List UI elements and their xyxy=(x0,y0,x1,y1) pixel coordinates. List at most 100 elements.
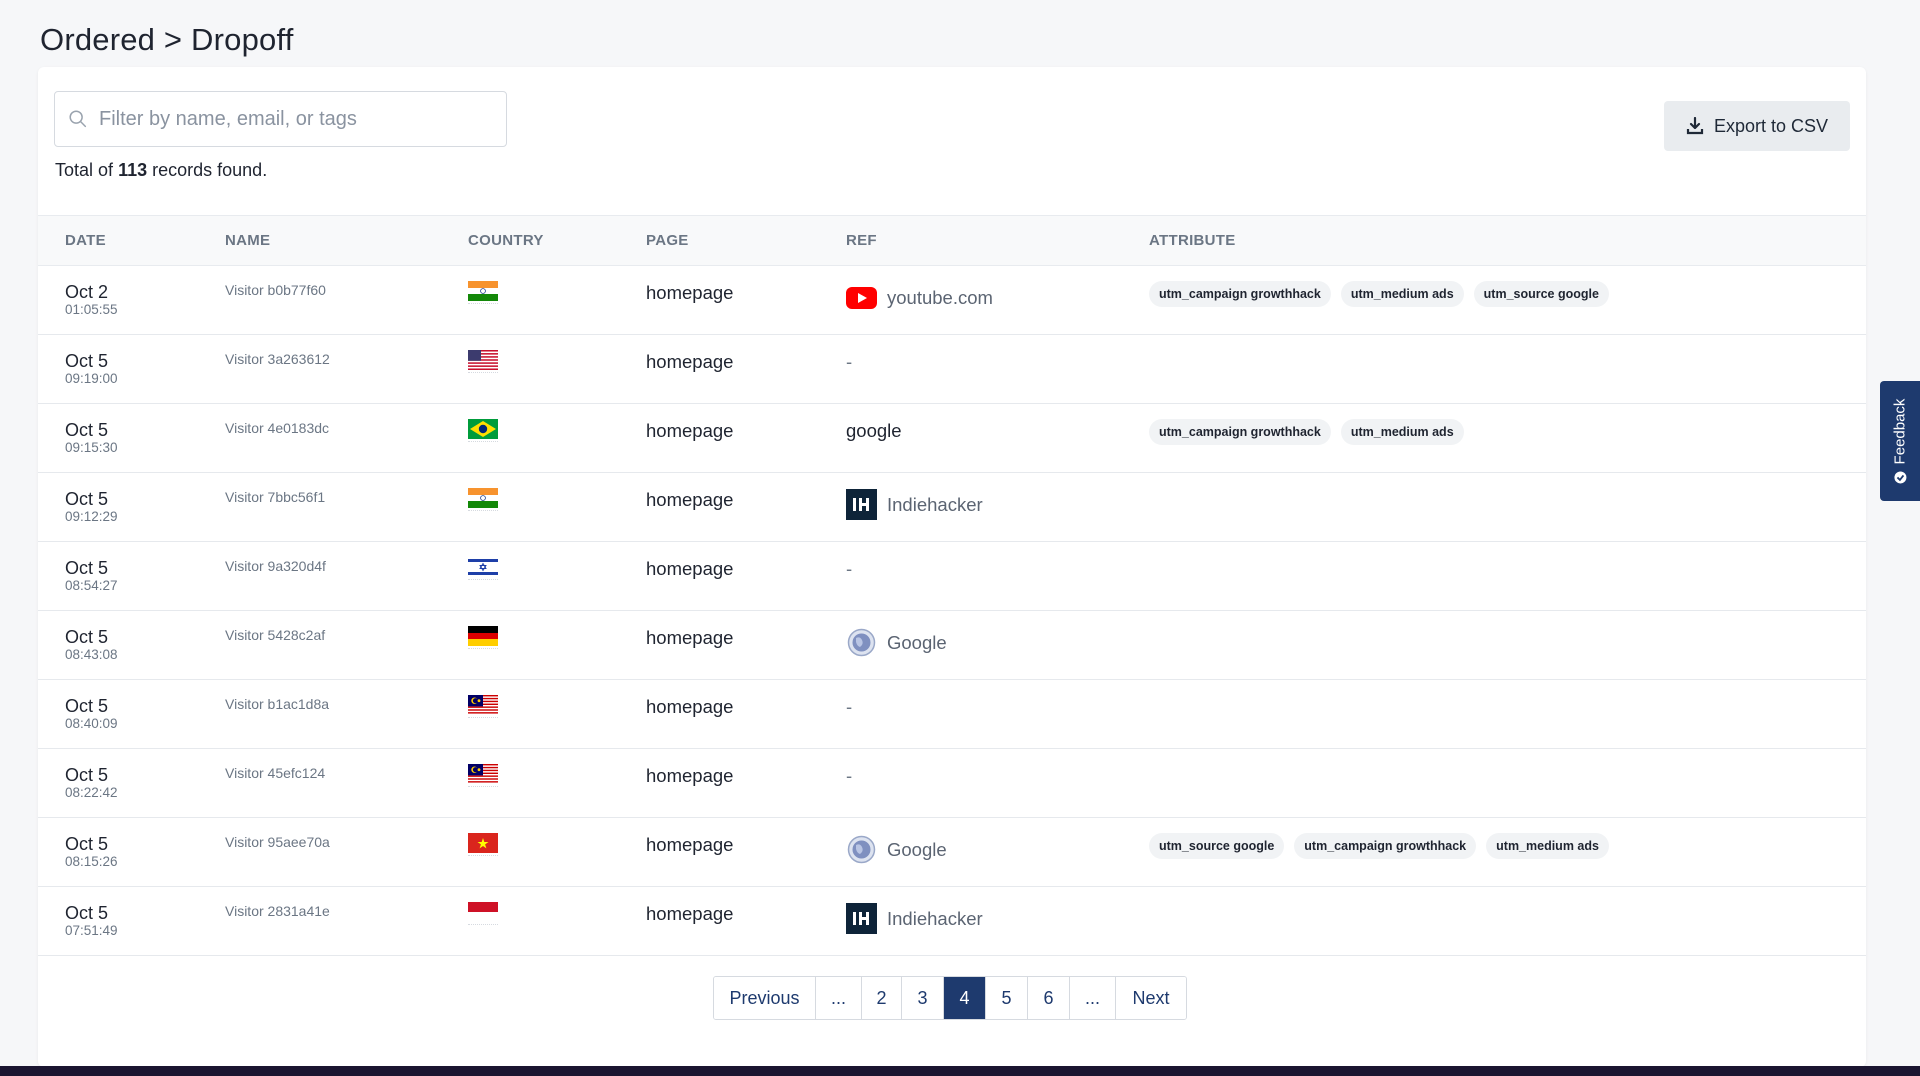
date-cell: Oct 2 01:05:55 xyxy=(65,282,118,318)
page-ellipsis[interactable]: ... xyxy=(1070,977,1116,1019)
flag-israel-icon xyxy=(468,557,498,581)
ref-text: google xyxy=(846,420,902,441)
ref-text[interactable]: youtube.com xyxy=(887,287,993,309)
search-input[interactable] xyxy=(99,107,499,131)
globe-icon xyxy=(846,834,877,865)
page-cell: homepage xyxy=(646,765,734,786)
column-header-ref[interactable]: REF xyxy=(846,232,877,249)
search-icon xyxy=(69,110,87,128)
page-6-button[interactable]: 6 xyxy=(1028,977,1070,1019)
page-ellipsis[interactable]: ... xyxy=(816,977,862,1019)
table-row[interactable]: Oct 5 07:51:49 Visitor 2831a41e homepage Ind… xyxy=(38,887,1866,956)
globe-icon xyxy=(846,627,877,658)
column-header-date[interactable]: DATE xyxy=(65,232,106,249)
attribute-tag[interactable]: utm_campaign growthhack xyxy=(1149,419,1331,445)
ref-text[interactable]: Indiehacker xyxy=(887,494,983,516)
flag-malaysia-icon xyxy=(468,695,498,719)
table-row[interactable]: Oct 5 08:54:27 Visitor 9a320d4f homepage - xyxy=(38,542,1866,611)
date-day: Oct 2 xyxy=(65,282,109,302)
date-cell: Oct 5 08:40:09 xyxy=(65,696,118,732)
column-header-name[interactable]: NAME xyxy=(225,232,270,249)
youtube-icon xyxy=(846,282,877,313)
records-count: Total of 113 records found. xyxy=(55,160,267,181)
date-day: Oct 5 xyxy=(65,765,109,785)
visitor-name[interactable]: Visitor 45efc124 xyxy=(225,765,325,781)
ref-text[interactable]: Google xyxy=(887,632,947,654)
date-time: 08:43:08 xyxy=(65,647,118,662)
flag-brazil-icon xyxy=(468,419,498,443)
visitor-name[interactable]: Visitor 2831a41e xyxy=(225,903,330,919)
attribute-tag[interactable]: utm_source google xyxy=(1473,281,1609,307)
attribute-tag[interactable]: utm_source google xyxy=(1149,833,1285,859)
visitor-name[interactable]: Visitor 5428c2af xyxy=(225,627,325,643)
ref-text[interactable]: Google xyxy=(887,839,947,861)
page-5-button[interactable]: 5 xyxy=(986,977,1028,1019)
flag-usa-icon xyxy=(468,350,498,374)
visitor-name[interactable]: Visitor 4e0183dc xyxy=(225,420,329,436)
attribute-cell: utm_campaign growthhack utm_medium ads xyxy=(1149,419,1464,445)
visitor-name[interactable]: Visitor 3a263612 xyxy=(225,351,330,367)
flag-india-icon xyxy=(468,488,498,512)
page-cell: homepage xyxy=(646,627,734,648)
records-card: Export to CSV Total of 113 records found… xyxy=(38,67,1866,1067)
table-row[interactable]: Oct 5 09:19:00 Visitor 3a263612 homepage - xyxy=(38,335,1866,404)
page-title: Ordered > Dropoff xyxy=(40,22,294,57)
records-table: DATE NAME COUNTRY PAGE REF ATTRIBUTE Oct… xyxy=(38,215,1866,956)
visitor-name[interactable]: Visitor b0b77f60 xyxy=(225,282,326,298)
flag-vietnam-icon xyxy=(468,833,498,857)
attribute-tag[interactable]: utm_medium ads xyxy=(1340,281,1464,307)
records-count-value: 113 xyxy=(118,160,148,180)
date-day: Oct 5 xyxy=(65,420,109,440)
ref-cell: youtube.com xyxy=(846,282,993,313)
next-page-button[interactable]: Next xyxy=(1116,977,1186,1019)
table-row[interactable]: Oct 5 09:12:29 Visitor 7bbc56f1 homepage Ind… xyxy=(38,473,1866,542)
ref-cell: Indiehacker xyxy=(846,903,983,934)
date-time: 07:51:49 xyxy=(65,923,118,938)
page-4-button[interactable]: 4 xyxy=(944,977,986,1019)
attribute-tag[interactable]: utm_campaign growthhack xyxy=(1294,833,1477,859)
column-header-country[interactable]: COUNTRY xyxy=(468,232,544,249)
ref-text[interactable]: Indiehacker xyxy=(887,908,983,930)
date-time: 09:12:29 xyxy=(65,509,118,524)
date-cell: Oct 5 08:15:26 xyxy=(65,834,118,870)
column-header-page[interactable]: PAGE xyxy=(646,232,689,249)
ref-cell: Indiehacker xyxy=(846,489,983,520)
date-day: Oct 5 xyxy=(65,834,109,854)
attribute-tag[interactable]: utm_medium ads xyxy=(1340,419,1464,445)
visitor-name[interactable]: Visitor 9a320d4f xyxy=(225,558,326,574)
attribute-tag[interactable]: utm_campaign growthhack xyxy=(1149,281,1331,307)
ref-text: - xyxy=(846,351,853,372)
attribute-tag[interactable]: utm_medium ads xyxy=(1486,833,1609,859)
date-time: 08:15:26 xyxy=(65,854,118,869)
feedback-tab[interactable]: Feedback xyxy=(1880,381,1920,501)
date-cell: Oct 5 08:43:08 xyxy=(65,627,118,663)
date-time: 01:05:55 xyxy=(65,302,118,317)
page-cell: homepage xyxy=(646,489,734,510)
table-row[interactable]: Oct 2 01:05:55 Visitor b0b77f60 homepage you… xyxy=(38,266,1866,335)
search-box[interactable] xyxy=(54,91,507,147)
date-day: Oct 5 xyxy=(65,489,109,509)
visitor-name[interactable]: Visitor 95aee70a xyxy=(225,834,330,850)
page-cell: homepage xyxy=(646,903,734,924)
column-header-attribute[interactable]: ATTRIBUTE xyxy=(1149,232,1236,249)
date-cell: Oct 5 09:15:30 xyxy=(65,420,118,456)
page-2-button[interactable]: 2 xyxy=(862,977,902,1019)
table-row[interactable]: Oct 5 08:15:26 Visitor 95aee70a homepage Goo… xyxy=(38,818,1866,887)
feedback-label: Feedback xyxy=(1891,398,1909,464)
visitor-name[interactable]: Visitor b1ac1d8a xyxy=(225,696,329,712)
table-row[interactable]: Oct 5 09:15:30 Visitor 4e0183dc homepage goo… xyxy=(38,404,1866,473)
table-row[interactable]: Oct 5 08:40:09 Visitor b1ac1d8a homepage - xyxy=(38,680,1866,749)
table-body: Oct 2 01:05:55 Visitor b0b77f60 homepage you… xyxy=(38,266,1866,956)
date-time: 08:40:09 xyxy=(65,716,118,731)
export-csv-button[interactable]: Export to CSV xyxy=(1664,101,1850,151)
pagination: Previous... 2 3 4 5 6... Next xyxy=(713,976,1187,1020)
table-row[interactable]: Oct 5 08:43:08 Visitor 5428c2af homepage Goo… xyxy=(38,611,1866,680)
ref-text: - xyxy=(846,558,853,579)
date-time: 08:22:42 xyxy=(65,785,118,800)
previous-page-button[interactable]: Previous xyxy=(714,977,816,1019)
visitor-name[interactable]: Visitor 7bbc56f1 xyxy=(225,489,325,505)
table-row[interactable]: Oct 5 08:22:42 Visitor 45efc124 homepage - xyxy=(38,749,1866,818)
page-cell: homepage xyxy=(646,351,734,372)
ref-cell: Google xyxy=(846,834,947,865)
page-3-button[interactable]: 3 xyxy=(902,977,944,1019)
